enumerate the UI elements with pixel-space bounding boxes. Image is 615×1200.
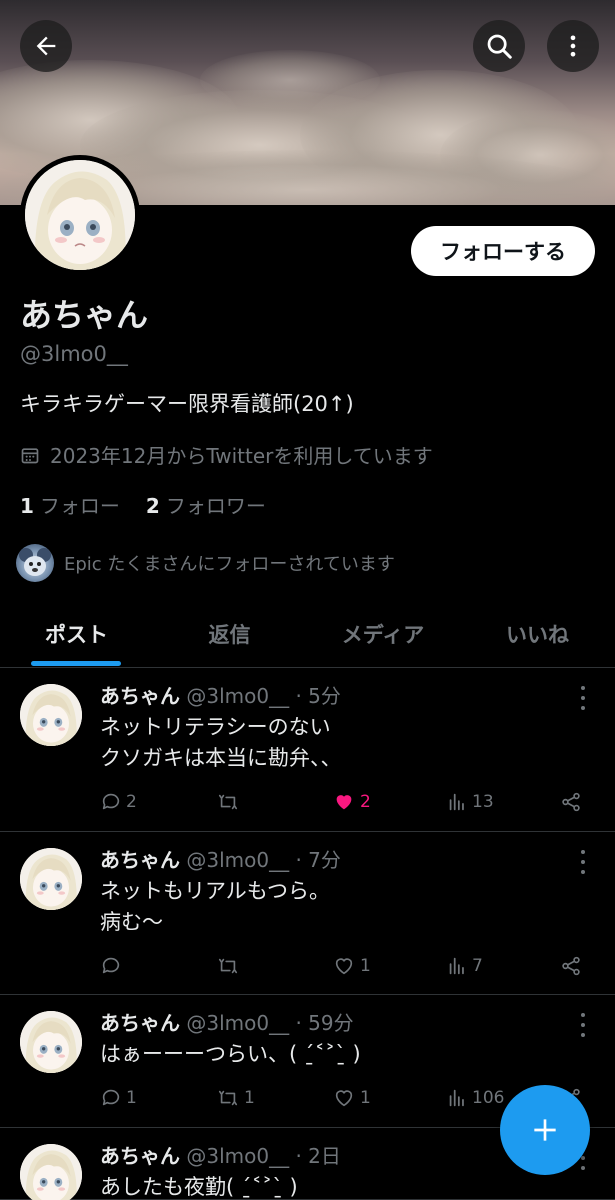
views-icon (449, 793, 464, 811)
like-icon (335, 958, 353, 975)
post-actions: 1 7 (100, 955, 595, 981)
like-button[interactable]: 1 (332, 1087, 371, 1109)
views-button[interactable]: 7 (446, 955, 483, 977)
post-more-icon[interactable] (575, 850, 591, 874)
tab-replies[interactable]: 返信 (153, 600, 306, 668)
profile-name: あちゃん (20, 296, 149, 334)
profile-handle: @3lmo0__ (20, 342, 128, 366)
post-text: あしたも夜勤( ˊ̱˂˃ˋ̱ ) (100, 1175, 298, 1199)
share-icon (562, 956, 580, 976)
joined-date: 2023年12月からTwitterを利用しています (20, 440, 433, 469)
profile-avatar[interactable] (20, 155, 140, 275)
post-header: あちゃん @3lmo0__ · 7分 (100, 844, 341, 873)
views-button[interactable]: 106 (446, 1087, 504, 1109)
tab-posts[interactable]: ポスト (0, 600, 153, 668)
reply-icon (102, 957, 120, 974)
follow-button[interactable]: フォローする (411, 226, 595, 276)
profile-bio: キラキラゲーマー限界看護師(20↑) (20, 392, 354, 416)
post-meta: @3lmo0__ · 5分 (186, 684, 341, 708)
followed-by[interactable]: Epic たくまさんにフォローされています (16, 544, 395, 582)
compose-button[interactable] (500, 1085, 590, 1175)
reply-button[interactable] (100, 955, 126, 977)
tab-likes[interactable]: いいね (460, 600, 615, 668)
following-link[interactable]: 1 フォロー (20, 490, 120, 519)
search-icon (487, 34, 512, 59)
like-button[interactable]: 2 (332, 791, 371, 813)
post-item[interactable]: あちゃん @3lmo0__ · 5分 ネットリテラシーのない クソガキは本当に勘… (0, 668, 615, 832)
repost-icon (218, 958, 238, 974)
profile-tabs: ポスト 返信 メディア いいね (0, 600, 615, 668)
joined-text: 2023年12月からTwitterを利用しています (50, 444, 433, 468)
post-meta: @3lmo0__ · 7分 (186, 848, 341, 872)
calendar-icon (21, 447, 39, 463)
like-icon (335, 1090, 353, 1107)
reply-button[interactable]: 2 (100, 791, 137, 813)
reply-icon (102, 1089, 120, 1106)
share-button[interactable] (560, 791, 582, 813)
post-author-name: あちゃん (100, 684, 180, 708)
post-meta: @3lmo0__ · 2日 (186, 1144, 341, 1168)
post-header: あちゃん @3lmo0__ · 2日 (100, 1140, 341, 1169)
repost-button[interactable] (216, 955, 244, 977)
repost-icon (218, 794, 238, 810)
search-button[interactable] (473, 20, 525, 72)
like-button[interactable]: 1 (332, 955, 371, 977)
repost-button[interactable] (216, 791, 244, 813)
repost-button[interactable]: 1 (216, 1087, 255, 1109)
post-text: ネットもリアルもつら。 病む〜 (100, 879, 330, 934)
arrow-left-icon (36, 36, 56, 56)
post-item[interactable]: あちゃん @3lmo0__ · 7分 ネットもリアルもつら。 病む〜 1 7 (0, 832, 615, 995)
followed-by-text: Epic たくまさんにフォローされています (64, 554, 395, 575)
like-filled-icon (336, 795, 352, 810)
views-icon (449, 1089, 464, 1107)
more-button[interactable] (547, 20, 599, 72)
post-avatar[interactable] (20, 684, 82, 746)
follow-counts: 1 フォロー 2 フォロワー (20, 490, 266, 519)
reply-button[interactable]: 1 (100, 1087, 137, 1109)
reply-icon (102, 793, 120, 810)
follower-avatar (16, 544, 54, 582)
share-button[interactable] (560, 955, 582, 977)
post-meta: @3lmo0__ · 59分 (186, 1011, 354, 1035)
avatar-image (25, 160, 135, 270)
post-author-name: あちゃん (100, 1144, 180, 1168)
active-tab-indicator (31, 661, 121, 666)
post-avatar[interactable] (20, 1144, 82, 1200)
post-header: あちゃん @3lmo0__ · 59分 (100, 1007, 354, 1036)
post-header: あちゃん @3lmo0__ · 5分 (100, 680, 341, 709)
followers-link[interactable]: 2 フォロワー (146, 490, 266, 519)
back-button[interactable] (20, 20, 72, 72)
tab-media[interactable]: メディア (306, 600, 460, 668)
more-vertical-icon (570, 35, 576, 57)
post-actions: 2 2 13 (100, 791, 595, 817)
post-more-icon[interactable] (575, 686, 591, 710)
post-author-name: あちゃん (100, 1011, 180, 1035)
post-more-icon[interactable] (575, 1013, 591, 1037)
plus-icon (534, 1119, 556, 1141)
views-button[interactable]: 13 (446, 791, 494, 813)
repost-icon (218, 1090, 238, 1106)
share-icon (562, 792, 580, 812)
post-avatar[interactable] (20, 1011, 82, 1073)
post-author-name: あちゃん (100, 848, 180, 872)
views-icon (449, 957, 464, 975)
post-text: ネットリテラシーのない クソガキは本当に勘弁、、 (100, 715, 342, 770)
post-avatar[interactable] (20, 848, 82, 910)
post-text: はぁーーーつらい、( ˊ̱˂˃ˋ̱ ) (100, 1042, 361, 1066)
